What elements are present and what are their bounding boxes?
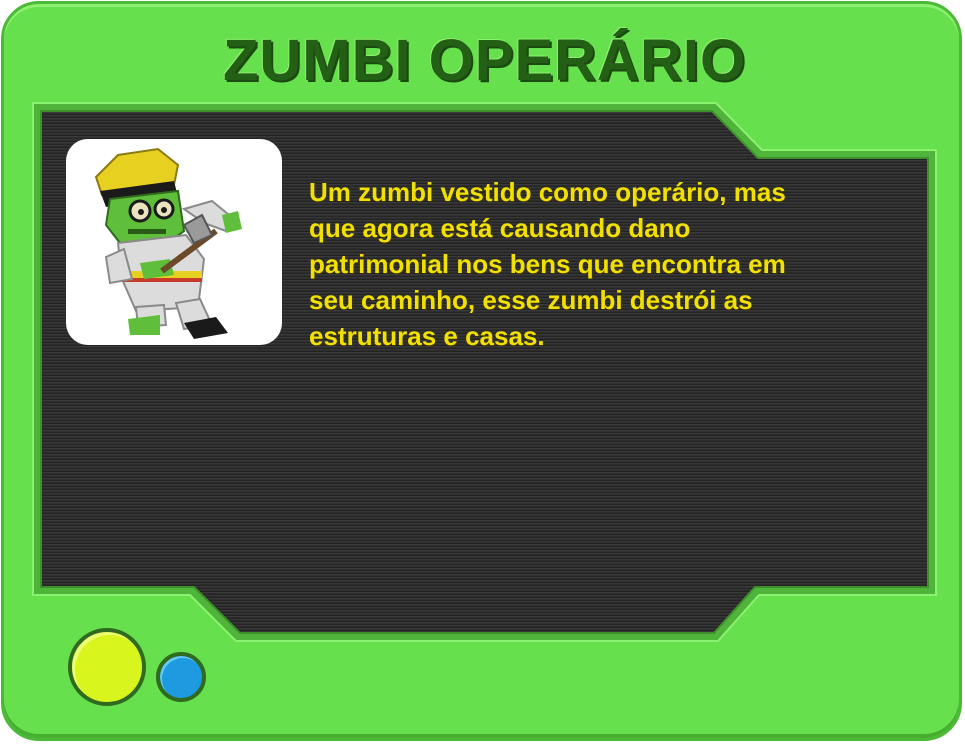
zombie-info-card: ZUMBI OPERÁRIO Um zumbi vestido como ope… (1, 1, 962, 741)
card-title: ZUMBI OPERÁRIO (222, 28, 747, 93)
zombie-description: Um zumbi vestido como operário, mas que … (309, 177, 786, 351)
status-light-blue (156, 652, 206, 702)
status-light-yellow (68, 628, 146, 706)
description-screen (32, 102, 937, 642)
zombie-portrait (66, 139, 282, 345)
worker-zombie-icon (94, 147, 242, 339)
